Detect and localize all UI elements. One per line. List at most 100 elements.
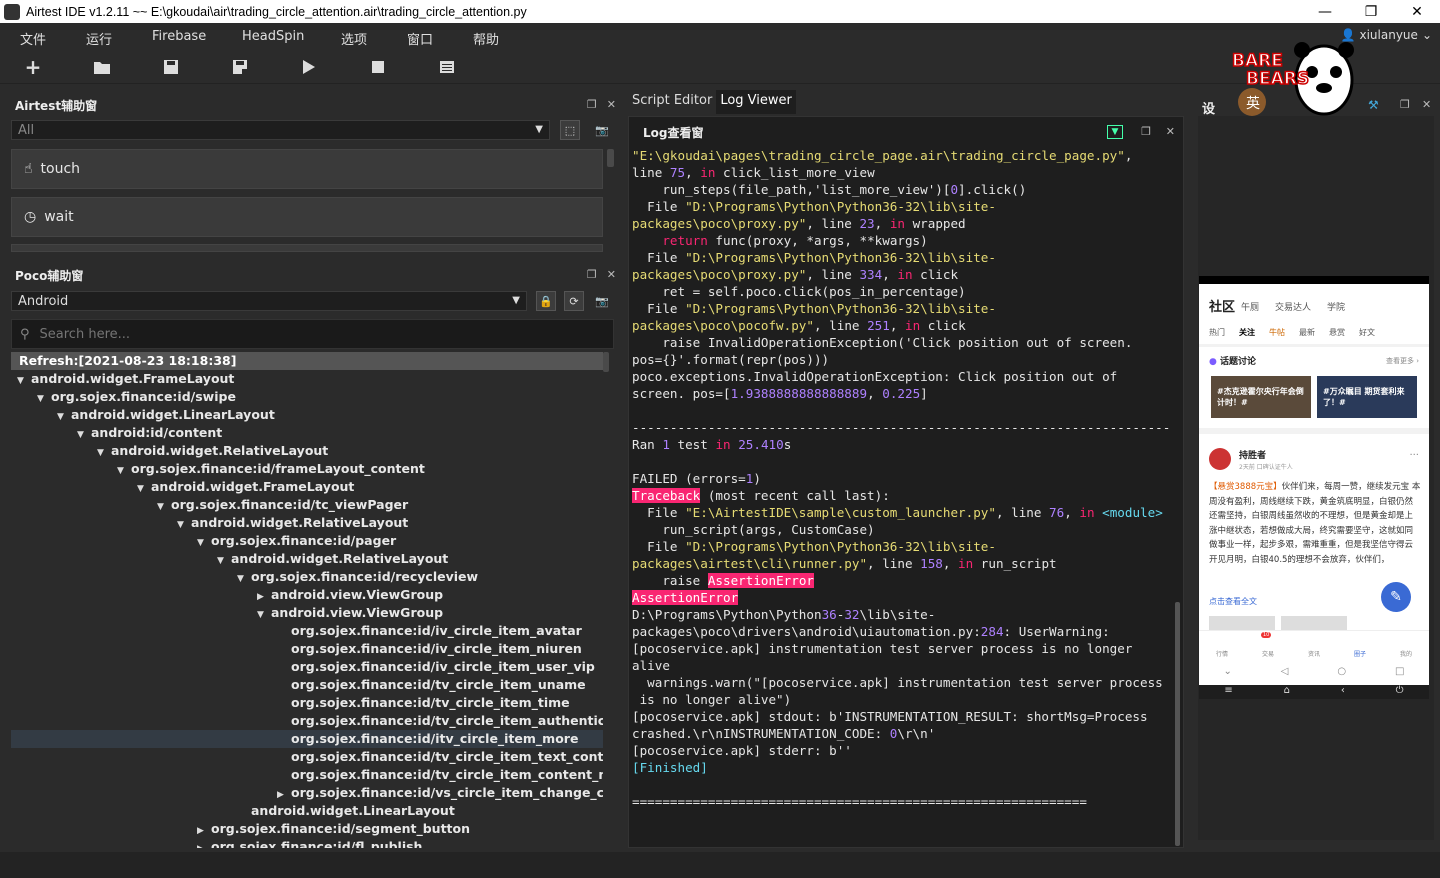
log-text[interactable]: "E:\gkoudai\pages\trading_circle_page.ai… [632, 147, 1172, 837]
tree-node[interactable]: org.sojex.finance:id/tv_circle_item_auth… [11, 712, 603, 730]
device-screen[interactable]: 社区 午厕 交易达人 学院 热门 关注 牛帖 最新 悬赏 好文 ● 话题讨论 查… [1199, 276, 1429, 685]
topic-card[interactable]: #杰克逊霍尔央行年会倒计时！# [1211, 376, 1311, 418]
phone-subtab[interactable]: 热门 [1209, 327, 1225, 338]
edit-fab-button[interactable]: ✎ [1381, 582, 1411, 612]
back-icon[interactable]: ‹ [1341, 685, 1345, 699]
filter-icon[interactable]: ▼ [1107, 125, 1123, 139]
log-scrollbar[interactable] [1175, 602, 1180, 846]
command-touch[interactable]: ☝ touch [11, 149, 603, 189]
tree-node[interactable]: org.sojex.finance:id/tv_circle_item_unam… [11, 676, 603, 694]
airtest-filter-select[interactable]: All ▼ [11, 120, 550, 140]
record-button[interactable]: 📷 [592, 120, 612, 140]
tree-node[interactable]: ▶ org.sojex.finance:id/segment_button [11, 820, 603, 838]
menu-run[interactable]: 运行 [86, 29, 112, 48]
record-poco-button[interactable]: 📷 [592, 291, 612, 311]
tree-node[interactable]: org.sojex.finance:id/tv_circle_item_text… [11, 748, 603, 766]
tree-node[interactable]: ▼ org.sojex.finance:id/swipe [11, 388, 603, 406]
chevron-down-icon[interactable]: ⌄ [1223, 666, 1231, 685]
float-icon[interactable]: ❐ [1400, 98, 1410, 111]
menu-firebase[interactable]: Firebase [152, 29, 206, 44]
power-icon[interactable]: ⏻ [1396, 685, 1404, 699]
tree-node[interactable]: org.sojex.finance:id/iv_circle_item_user… [11, 658, 603, 676]
close-icon[interactable]: ✕ [607, 268, 616, 281]
poco-platform-select[interactable]: Android ▼ [11, 291, 527, 311]
close-window-button[interactable]: ✕ [1394, 0, 1440, 23]
close-icon[interactable]: ✕ [1422, 98, 1431, 111]
tree-node[interactable]: ▼ android.widget.LinearLayout [11, 406, 603, 424]
phone-subtab[interactable]: 悬赏 [1329, 327, 1345, 338]
device-settings-icon[interactable]: ⚒ [1368, 98, 1379, 112]
tree-node[interactable]: ▶ android.view.ViewGroup [11, 586, 603, 604]
tree-node[interactable]: ▼ android.widget.RelativeLayout [11, 550, 603, 568]
phone-topic-more[interactable]: 查看更多 › [1386, 356, 1419, 366]
tree-refresh-row[interactable]: Refresh:[2021-08-23 18:18:38] [11, 352, 603, 370]
post-avatar[interactable] [1209, 448, 1231, 470]
refresh-tree-button[interactable]: ⟳ [564, 291, 584, 311]
tab-script-editor[interactable]: Script Editor [628, 90, 716, 114]
menu-options[interactable]: 选项 [341, 29, 367, 48]
tree-node[interactable]: ▼ org.sojex.finance:id/tc_viewPager [11, 496, 603, 514]
menu-help[interactable]: 帮助 [473, 29, 499, 48]
command-wait[interactable]: ◷ wait [11, 197, 603, 237]
tree-node[interactable]: ▼ android.widget.RelativeLayout [11, 442, 603, 460]
tree-node[interactable]: ▼ android.widget.RelativeLayout [11, 514, 603, 532]
collapsed-arrow-icon[interactable]: ▶ [197, 840, 211, 848]
tree-node[interactable]: ▼ android:id/content [11, 424, 603, 442]
tree-node[interactable]: org.sojex.finance:id/iv_circle_item_niur… [11, 640, 603, 658]
back-icon[interactable]: ◁ [1281, 666, 1289, 685]
poco-search[interactable]: ⚲ [11, 319, 614, 349]
tree-node[interactable]: org.sojex.finance:id/tv_circle_item_cont… [11, 766, 603, 784]
phone-subtab[interactable]: 好文 [1359, 327, 1375, 338]
command-next-partial[interactable] [11, 244, 603, 252]
float-icon[interactable]: ❐ [587, 98, 597, 111]
airtest-scrollbar[interactable] [607, 149, 614, 167]
tree-node[interactable]: ▼ org.sojex.finance:id/recycleview [11, 568, 603, 586]
tree-node[interactable]: org.sojex.finance:id/iv_circle_item_avat… [11, 622, 603, 640]
tree-node[interactable]: org.sojex.finance:id/tv_circle_item_time [11, 694, 603, 712]
tab-log-viewer[interactable]: Log Viewer [716, 90, 796, 114]
tree-scrollbar[interactable] [603, 352, 609, 372]
capture-screen-button[interactable]: ⬚ [560, 120, 580, 140]
nav-item[interactable]: 交易 [1262, 637, 1274, 666]
phone-subtab[interactable]: 牛帖 [1269, 327, 1285, 338]
stop-button[interactable] [369, 58, 387, 76]
tree-node[interactable]: ▶ org.sojex.finance:id/vs_circle_item_cha… [11, 784, 603, 802]
recent-apps-icon[interactable]: □ [1395, 666, 1404, 685]
menu-file[interactable]: 文件 [20, 29, 46, 48]
home-icon[interactable]: ○ [1337, 666, 1346, 685]
maximize-button[interactable]: ❐ [1348, 0, 1394, 23]
menu-window[interactable]: 窗口 [407, 29, 433, 48]
tree-node[interactable]: org.sojex.finance:id/itv_circle_item_mor… [11, 730, 603, 748]
tree-node[interactable]: ▼ android.widget.FrameLayout [11, 478, 603, 496]
nav-item[interactable]: 行情 [1216, 637, 1228, 666]
save-button[interactable] [162, 58, 180, 76]
phone-tab[interactable]: 午厕 [1241, 300, 1259, 313]
close-icon[interactable]: ✕ [1166, 125, 1175, 138]
user-account[interactable]: 👤 xiulanyue ⌄ [1341, 28, 1432, 42]
tree-node[interactable]: ▼ android.view.ViewGroup [11, 604, 603, 622]
phone-subtab[interactable]: 最新 [1299, 327, 1315, 338]
tree-node[interactable]: ▼ android.widget.FrameLayout [11, 370, 603, 388]
nav-item[interactable]: 资讯 [1308, 637, 1320, 666]
topic-card[interactable]: #万众瞩目 期货套利来了！# [1317, 376, 1417, 418]
phone-tab[interactable]: 交易达人 [1275, 300, 1311, 313]
more-icon[interactable]: ··· [1409, 450, 1419, 461]
float-icon[interactable]: ❐ [587, 268, 597, 281]
report-button[interactable] [438, 58, 456, 76]
lock-button[interactable]: 🔒 [536, 291, 556, 311]
open-folder-button[interactable] [93, 58, 111, 76]
menu-icon[interactable]: ≡ [1224, 685, 1232, 699]
nav-item[interactable]: 圈子 [1354, 637, 1366, 666]
tree-node[interactable]: ▼ org.sojex.finance:id/frameLayout_conten… [11, 460, 603, 478]
post-more-link[interactable]: 点击查看全文 [1209, 596, 1257, 607]
save-as-button[interactable] [231, 58, 249, 76]
tree-node[interactable]: ▼ org.sojex.finance:id/pager [11, 532, 603, 550]
tree-node[interactable]: ▶org.sojex.finance:id/fl_publish [11, 838, 603, 848]
float-icon[interactable]: ❐ [1141, 125, 1151, 138]
phone-subtab[interactable]: 关注 [1239, 327, 1255, 338]
post-user-name[interactable]: 持胜者 [1239, 448, 1266, 461]
poco-search-input[interactable] [39, 326, 440, 342]
minimize-button[interactable]: — [1302, 0, 1348, 23]
tree-node[interactable]: android.widget.LinearLayout [11, 802, 603, 820]
close-icon[interactable]: ✕ [607, 98, 616, 111]
